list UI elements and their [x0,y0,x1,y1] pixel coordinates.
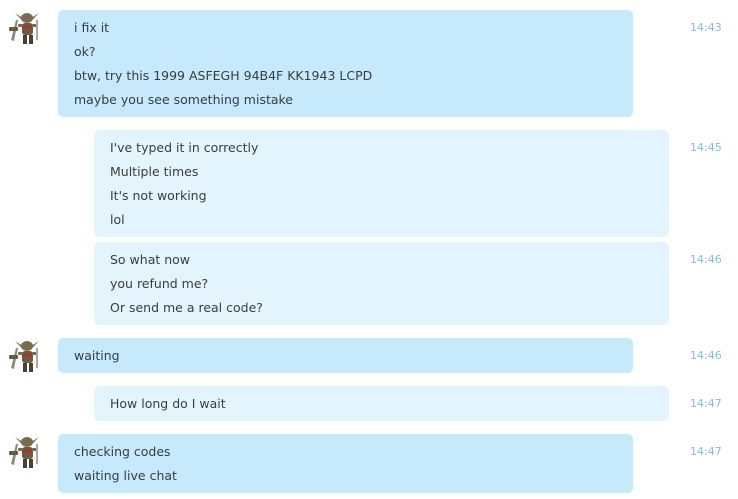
message-line: I've typed it in correctly [110,140,259,155]
message-bubble-outgoing[interactable]: How long do I wait [94,386,669,421]
message-line: Or send me a real code? [110,300,263,315]
message-timestamp: 14:43 [690,21,722,34]
message-timestamp: 14:47 [690,445,722,458]
message-bubble-outgoing[interactable]: So what now you refund me? Or send me a … [94,242,669,325]
goblin-icon [9,13,39,44]
message-line: So what now [110,252,191,267]
message-line: checking codes [74,444,171,459]
message-timestamp: 14:46 [690,349,722,362]
message-line: waiting live chat [74,468,177,483]
goblin-icon [9,437,39,468]
message-line: lol [110,212,125,227]
message-bubble-incoming[interactable]: waiting [58,338,633,373]
goblin-icon [9,341,39,372]
message-line: you refund me? [110,276,209,291]
message-bubble-incoming[interactable]: checking codes waiting live chat [58,434,633,493]
message-line: It's not working [110,188,207,203]
goblin-warrior-avatar[interactable] [6,338,42,374]
message-line: ok? [74,44,96,59]
message-line: Multiple times [110,164,199,179]
goblin-warrior-avatar[interactable] [6,434,42,470]
message-timestamp: 14:45 [690,141,722,154]
message-line: btw, try this 1999 ASFEGH 94B4F KK1943 L… [74,68,373,83]
message-bubble-outgoing[interactable]: I've typed it in correctly Multiple time… [94,130,669,237]
message-line: How long do I wait [110,396,226,411]
chat-conversation: i fix it ok? btw, try this 1999 ASFEGH 9… [0,0,738,499]
message-timestamp: 14:47 [690,397,722,410]
message-line: i fix it [74,20,110,35]
message-bubble-incoming[interactable]: i fix it ok? btw, try this 1999 ASFEGH 9… [58,10,633,117]
message-line: maybe you see something mistake [74,92,294,107]
message-timestamp: 14:46 [690,253,722,266]
message-line: waiting [74,348,120,363]
goblin-warrior-avatar[interactable] [6,10,42,46]
